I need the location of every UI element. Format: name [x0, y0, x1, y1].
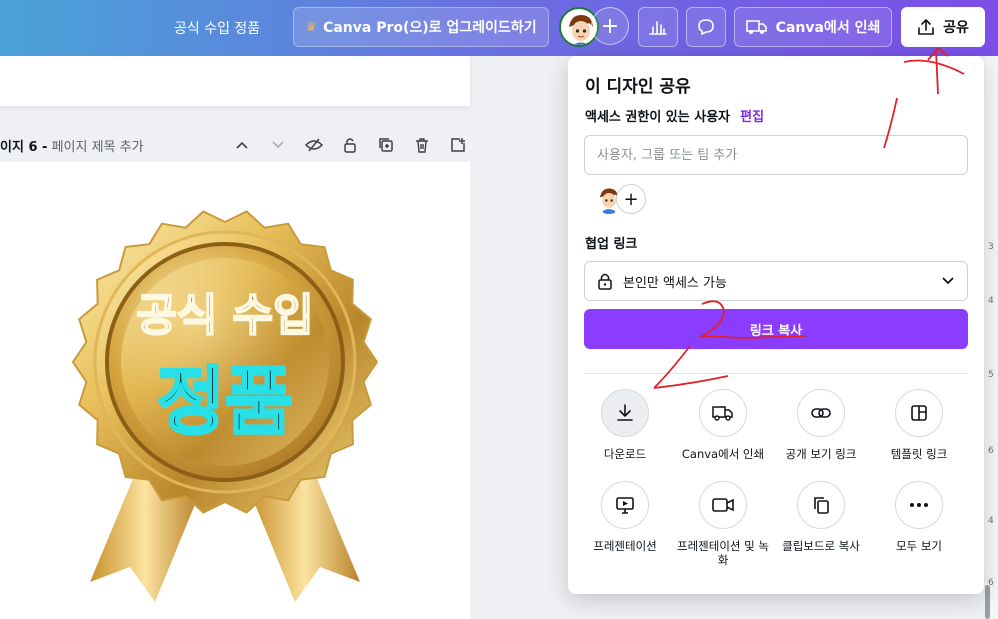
copy-clipboard-option[interactable]: 클립보드로 복사 [772, 481, 870, 553]
camera-icon [699, 481, 747, 529]
present-icon [601, 481, 649, 529]
truck-icon [745, 20, 767, 34]
see-all-label: 모두 보기 [896, 539, 942, 553]
ruler-number: 6 [988, 446, 994, 456]
print-label: Canva에서 인쇄 [775, 20, 881, 36]
right-ruler: 3 4 5 6 4 6 [985, 56, 998, 619]
present-option[interactable]: 프레젠테이션 [576, 481, 674, 553]
comment-icon [698, 19, 714, 36]
page-header: 이지 6 - 페이지 제목 추가 [0, 130, 470, 158]
delete-page-button[interactable] [410, 133, 434, 157]
page-title-placeholder: 페이지 제목 추가 [51, 140, 144, 155]
page-canvas[interactable]: 공식 수입 정품 [0, 162, 470, 619]
copy-link-label: 링크 복사 [749, 323, 803, 339]
lock-page-button[interactable] [338, 133, 362, 157]
page-number: 이지 6 - [0, 140, 48, 155]
print-with-canva-button[interactable]: Canva에서 인쇄 [734, 7, 892, 47]
copy-icon [797, 481, 845, 529]
page-toolbar [230, 133, 470, 157]
add-people-input[interactable] [584, 135, 968, 175]
access-users-label: 액세스 권한이 있는 사용자 편집 [585, 106, 764, 125]
upload-icon [918, 19, 934, 35]
public-link-option[interactable]: 공개 보기 링크 [772, 389, 870, 461]
chevron-down-icon [272, 141, 284, 149]
more-icon [895, 481, 943, 529]
template-link-option[interactable]: 템플릿 링크 [870, 389, 968, 461]
truck-icon [699, 389, 747, 437]
badge-line1: 공식 수입 [136, 290, 313, 341]
crown-icon: ♛ [305, 19, 318, 35]
share-button[interactable]: 공유 [901, 7, 985, 47]
print-option[interactable]: Canva에서 인쇄 [674, 389, 772, 461]
share-label: 공유 [943, 20, 969, 36]
page-label[interactable]: 이지 6 - 페이지 제목 추가 [0, 136, 144, 155]
present-record-label: 프레젠테이션 및 녹화 [677, 539, 769, 567]
download-icon [601, 389, 649, 437]
document-title[interactable]: 공식 수입 정품 [174, 18, 260, 38]
share-panel: 이 디자인 공유 액세스 권한이 있는 사용자 편집 + 협업 링크 본인만 액세… [568, 56, 984, 594]
print-option-label: Canva에서 인쇄 [681, 447, 765, 461]
scrollbar-thumb[interactable] [985, 585, 990, 619]
add-member-button[interactable]: + [616, 184, 646, 214]
badge-line2: 정품 [157, 359, 293, 445]
download-label: 다운로드 [603, 447, 647, 461]
copy-clipboard-label: 클립보드로 복사 [782, 539, 860, 553]
access-users-text: 액세스 권한이 있는 사용자 [585, 110, 731, 125]
trash-icon [416, 138, 428, 153]
present-record-option[interactable]: 프레젠테이션 및 녹화 [674, 481, 772, 567]
ruler-number: 4 [988, 516, 994, 526]
upgrade-pro-label: Canva Pro(으)로 업그레이드하기 [323, 20, 537, 36]
lock-icon [598, 273, 612, 290]
collab-link-label: 협업 링크 [585, 237, 638, 252]
chevron-down-icon [942, 277, 954, 285]
move-down-button[interactable] [266, 133, 290, 157]
link-access-value: 본인만 액세스 가능 [623, 275, 727, 291]
template-link-label: 템플릿 링크 [890, 447, 948, 461]
present-label: 프레젠테이션 [593, 539, 657, 553]
top-bar: 공식 수입 정품 ♛ Canva Pro(으)로 업그레이드하기 + Canva… [0, 0, 998, 56]
ruler-number: 3 [988, 242, 994, 252]
move-up-button[interactable] [230, 133, 254, 157]
share-panel-title: 이 디자인 공유 [585, 77, 691, 97]
chevron-up-icon [236, 141, 248, 149]
add-page-icon [451, 138, 465, 152]
copy-link-button[interactable]: 링크 복사 [584, 309, 968, 349]
edit-access-link[interactable]: 편집 [740, 110, 764, 125]
see-all-option[interactable]: 모두 보기 [870, 481, 968, 553]
template-icon [895, 389, 943, 437]
download-option[interactable]: 다운로드 [576, 389, 674, 461]
add-collaborator-button[interactable]: + [591, 7, 629, 45]
ruler-number: 4 [988, 296, 994, 306]
add-page-button[interactable] [446, 133, 470, 157]
duplicate-icon [379, 138, 393, 152]
hide-page-button[interactable] [302, 133, 326, 157]
eye-off-icon [305, 138, 323, 152]
link-icon [797, 389, 845, 437]
duplicate-page-button[interactable] [374, 133, 398, 157]
public-link-label: 공개 보기 링크 [785, 447, 857, 461]
previous-page-canvas[interactable] [0, 56, 470, 106]
insights-button[interactable] [638, 7, 678, 47]
upgrade-pro-button[interactable]: ♛ Canva Pro(으)로 업그레이드하기 [293, 7, 549, 47]
link-access-select[interactable]: 본인만 액세스 가능 [584, 261, 968, 301]
lock-icon [344, 138, 356, 153]
comments-button[interactable] [686, 7, 726, 47]
gold-badge-graphic: 공식 수입 정품 [71, 210, 379, 602]
bar-chart-icon [649, 21, 667, 35]
divider [584, 373, 968, 374]
ruler-number: 5 [988, 370, 994, 380]
